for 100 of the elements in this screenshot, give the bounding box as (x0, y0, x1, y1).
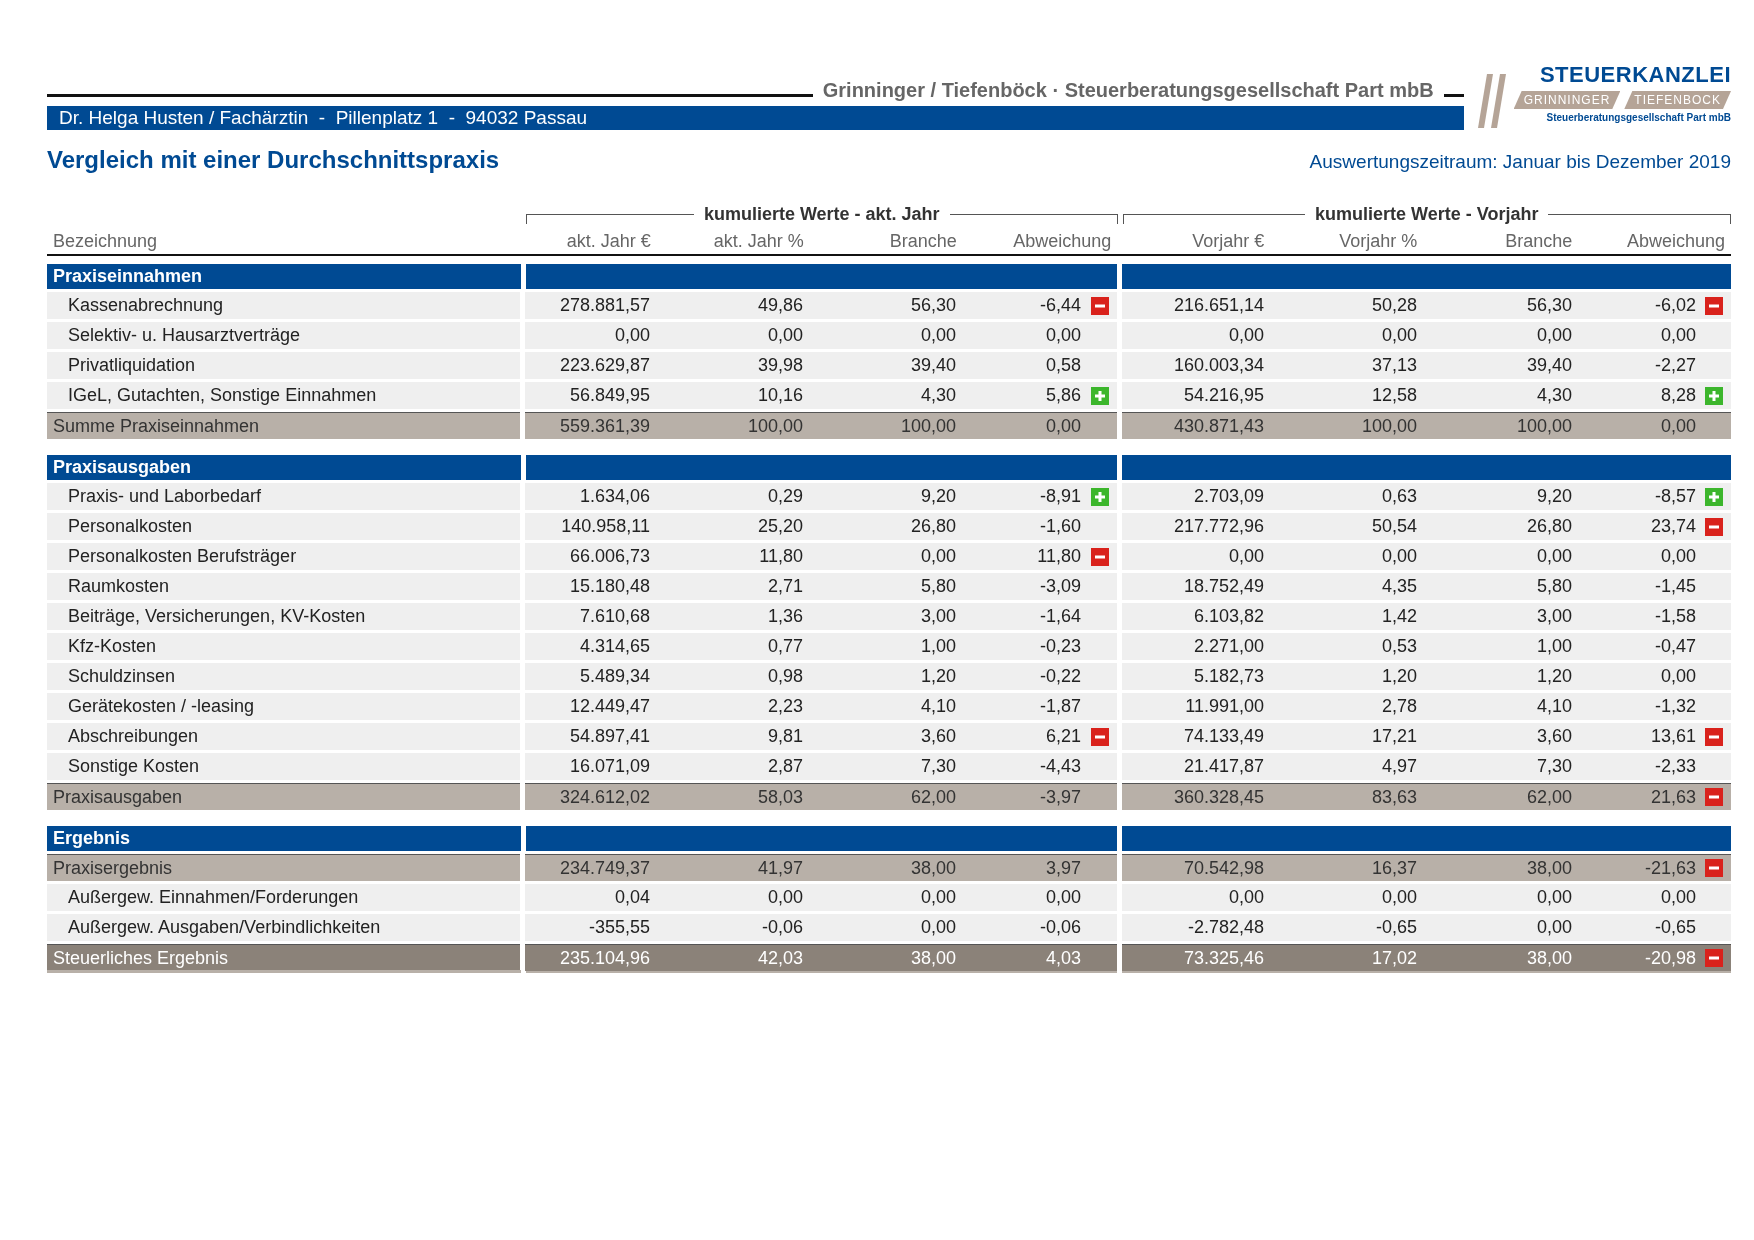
row-label: Praxisergebnis (47, 854, 520, 881)
table-cell: -1,60 (956, 513, 1117, 540)
table-cell: 12,58 (1264, 382, 1417, 409)
table-cell: -0,65 (1264, 914, 1417, 941)
row-label: Steuerliches Ergebnis (47, 944, 520, 971)
table-cell: 38,00 (803, 944, 956, 971)
table-cell: 4,30 (1417, 382, 1572, 409)
table-cell: 223.629,87 (525, 352, 650, 379)
table-cell: 217.772,96 (1122, 513, 1264, 540)
table-cell: 0,00 (1572, 543, 1731, 570)
table-cell: 1,42 (1264, 603, 1417, 630)
table-cell: 50,54 (1264, 513, 1417, 540)
table-cell: -0,06 (650, 914, 803, 941)
table-cell: 0,00 (956, 884, 1117, 911)
row-label: Außergew. Ausgaben/Verbindlichkeiten (47, 914, 520, 941)
table-cell: 0,77 (650, 633, 803, 660)
table-cell: -0,23 (956, 633, 1117, 660)
table-cell: 0,53 (1264, 633, 1417, 660)
row-label: IGeL, Gutachten, Sonstige Einnahmen (47, 382, 520, 409)
column-header: Bezeichnung (52, 230, 159, 252)
table-cell: 0,00 (650, 322, 803, 349)
row-label: Sonstige Kosten (47, 753, 520, 780)
row-label: Raumkosten (47, 573, 520, 600)
table-cell: 4,35 (1264, 573, 1417, 600)
table-cell: 9,20 (1417, 483, 1572, 510)
table-cell: 39,40 (1417, 352, 1572, 379)
table-cell: 50,28 (1264, 292, 1417, 319)
logo-title: STEUERKANZLEI (1539, 62, 1731, 88)
table-cell: -1,64 (956, 603, 1117, 630)
table-cell: 18.752,49 (1122, 573, 1264, 600)
table-cell: 5,80 (803, 573, 956, 600)
table-cell: -20,98 (1572, 944, 1731, 971)
column-header: akt. Jahr % (712, 230, 804, 252)
table-cell: 37,13 (1264, 352, 1417, 379)
table-cell: 56,30 (1417, 292, 1572, 319)
column-header: akt. Jahr € (565, 230, 651, 252)
row-label: Personalkosten Berufsträger (47, 543, 520, 570)
table-cell: -6,44 (956, 292, 1117, 319)
table-cell: -0,65 (1572, 914, 1731, 941)
table-cell: -2.782,48 (1122, 914, 1264, 941)
table-cell: 5,86 (956, 382, 1117, 409)
table-cell: 5.489,34 (525, 663, 650, 690)
table-cell: 2,87 (650, 753, 803, 780)
table-cell: 1,20 (1264, 663, 1417, 690)
column-header: Branche (1504, 230, 1573, 252)
table-cell: 0,63 (1264, 483, 1417, 510)
table-cell: 3,97 (956, 854, 1117, 881)
table-cell: 140.958,11 (525, 513, 650, 540)
logo-name: GRINNINGER (1513, 91, 1621, 109)
table-cell: 234.749,37 (525, 854, 650, 881)
table-cell: 0,00 (1417, 914, 1572, 941)
table-cell: 42,03 (650, 944, 803, 971)
table-cell: 16,37 (1264, 854, 1417, 881)
table-cell: -3,97 (956, 783, 1117, 810)
table-cell: -1,45 (1572, 573, 1731, 600)
table-cell: -3,09 (956, 573, 1117, 600)
table-cell: 1,00 (803, 633, 956, 660)
table-cell: 2.703,09 (1122, 483, 1264, 510)
table-cell: 0,00 (1122, 322, 1264, 349)
table-cell: 10,16 (650, 382, 803, 409)
table-cell: 12.449,47 (525, 693, 650, 720)
table-cell: 0,00 (1572, 884, 1731, 911)
row-label: Schuldzinsen (47, 663, 520, 690)
table-cell: 0,00 (525, 322, 650, 349)
group-title: kumulierte Werte - akt. Jahr (703, 203, 940, 225)
table-cell: 160.003,34 (1122, 352, 1264, 379)
table-cell: 0,00 (1572, 663, 1731, 690)
table-cell: -8,91 (956, 483, 1117, 510)
row-label: Privatliquidation (47, 352, 520, 379)
table-cell: 17,21 (1264, 723, 1417, 750)
section-header: Ergebnis (47, 826, 521, 851)
table-cell: 0,00 (1572, 322, 1731, 349)
table-cell: -21,63 (1572, 854, 1731, 881)
section-header: Praxisausgaben (47, 455, 521, 480)
table-cell: 2,71 (650, 573, 803, 600)
table-cell: 62,00 (803, 783, 956, 810)
table-cell: 4,03 (956, 944, 1117, 971)
table-cell: 0,00 (1122, 884, 1264, 911)
table-cell: 66.006,73 (525, 543, 650, 570)
table-cell: 54.897,41 (525, 723, 650, 750)
row-label: Summe Praxiseinnahmen (47, 412, 520, 439)
table-cell: 1,36 (650, 603, 803, 630)
table-cell: 17,02 (1264, 944, 1417, 971)
table-cell: 16.071,09 (525, 753, 650, 780)
table-cell: 278.881,57 (525, 292, 650, 319)
table-cell: 21.417,87 (1122, 753, 1264, 780)
table-cell: 62,00 (1417, 783, 1572, 810)
table-cell: 3,00 (1417, 603, 1572, 630)
table-cell: 0,00 (803, 884, 956, 911)
table-cell: 0,00 (1264, 884, 1417, 911)
period-label: Auswertungszeitraum: Januar bis Dezember 2019 (1309, 151, 1731, 173)
table-cell: 100,00 (1264, 412, 1417, 439)
table-cell: 0,00 (1264, 543, 1417, 570)
table-cell: 54.216,95 (1122, 382, 1264, 409)
table-cell: 6.103,82 (1122, 603, 1264, 630)
table-cell: 100,00 (1417, 412, 1572, 439)
table-cell: 4,97 (1264, 753, 1417, 780)
table-cell: 216.651,14 (1122, 292, 1264, 319)
row-label: Praxis- und Laborbedarf (47, 483, 520, 510)
table-cell: 100,00 (650, 412, 803, 439)
